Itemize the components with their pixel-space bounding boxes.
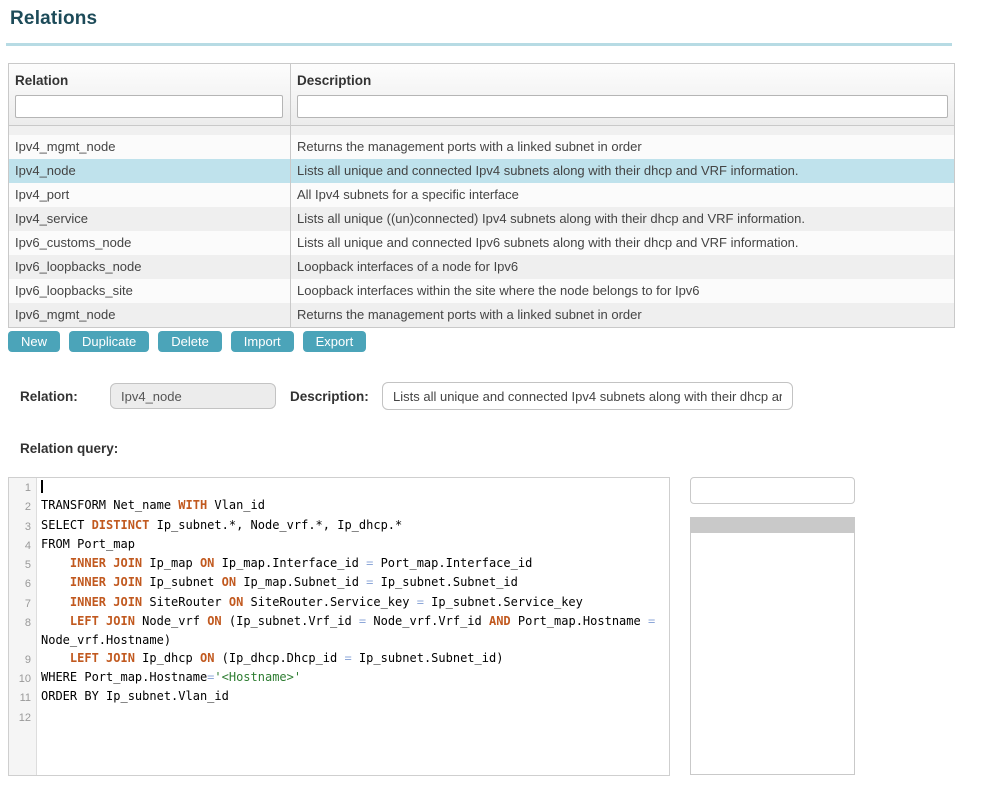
table-row[interactable]: Ipv4_mgmt_nodeReturns the management por… [9,135,954,159]
line-number: 7 [9,594,36,613]
line-number: 3 [9,517,36,536]
code-content: LEFT JOIN Node_vrf ON (Ip_subnet.Vrf_id … [36,613,669,632]
relation-field-label: Relation: [20,389,78,404]
editor-line: 2TRANSFORM Net_name WITH Vlan_id [9,497,669,516]
relation-cell: Ipv6_mgmt_node [9,303,291,327]
relations-table: Relation Description Ipv4_mgmt_nodeRetur… [8,63,955,328]
delete-button[interactable]: Delete [158,331,222,352]
line-number: 4 [9,536,36,555]
description-cell: Returns the management ports with a link… [291,303,954,327]
toolbar: New Duplicate Delete Import Export [8,331,366,352]
line-number: 6 [9,574,36,593]
code-content: TRANSFORM Net_name WITH Vlan_id [36,497,669,516]
code-content: INNER JOIN SiteRouter ON SiteRouter.Serv… [36,594,669,613]
import-button[interactable]: Import [231,331,294,352]
duplicate-button[interactable]: Duplicate [69,331,149,352]
line-number [9,632,36,649]
line-number: 9 [9,650,36,669]
code-content [36,478,669,497]
column-label-description: Description [297,73,948,88]
query-code-editor[interactable]: 12TRANSFORM Net_name WITH Vlan_id3SELECT… [8,477,670,776]
relation-cell: Ipv4_port [9,183,291,207]
relation-query-label: Relation query: [20,441,118,456]
code-content: FROM Port_map [36,536,669,555]
relations-page: Relations Relation Description Ipv4_mgmt… [0,0,1000,798]
editor-line: 9 LEFT JOIN Ip_dhcp ON (Ip_dhcp.Dhcp_id … [9,650,669,669]
table-row[interactable]: Ipv6_loopbacks_siteLoopback interfaces w… [9,279,954,303]
relation-cell: Ipv6_customs_node [9,231,291,255]
editor-line: 11ORDER BY Ip_subnet.Vlan_id [9,688,669,707]
table-row[interactable]: Ipv6_mgmt_nodeReturns the management por… [9,303,954,327]
code-content: Node_vrf.Hostname) [36,632,669,649]
line-number: 5 [9,555,36,574]
description-filter-input[interactable] [297,95,948,118]
text-cursor [41,480,43,493]
line-number: 8 [9,613,36,632]
relation-cell: Ipv4_mgmt_node [9,135,291,159]
column-label-relation: Relation [15,73,284,88]
export-button[interactable]: Export [303,331,367,352]
side-list-panel-header [691,518,854,533]
title-divider [6,43,952,46]
description-field[interactable] [382,382,793,410]
table-row[interactable]: Ipv4_portAll Ipv4 subnets for a specific… [9,183,954,207]
code-content: INNER JOIN Ip_subnet ON Ip_map.Subnet_id… [36,574,669,593]
relation-cell: Ipv6_loopbacks_node [9,255,291,279]
code-content: ORDER BY Ip_subnet.Vlan_id [36,688,669,707]
table-row[interactable]: Ipv4_serviceLists all unique ((un)connec… [9,207,954,231]
relation-field[interactable] [110,383,276,409]
description-cell: Lists all unique and connected Ipv6 subn… [291,231,954,255]
editor-line: 5 INNER JOIN Ip_map ON Ip_map.Interface_… [9,555,669,574]
description-cell: Loopback interfaces of a node for Ipv6 [291,255,954,279]
editor-line: 8 LEFT JOIN Node_vrf ON (Ip_subnet.Vrf_i… [9,613,669,632]
editor-line: 7 INNER JOIN SiteRouter ON SiteRouter.Se… [9,594,669,613]
description-cell: Lists all unique ((un)connected) Ipv4 su… [291,207,954,231]
table-row[interactable]: Ipv4_nodeLists all unique and connected … [9,159,954,183]
relation-cell: Ipv4_node [9,159,291,183]
editor-line: 10WHERE Port_map.Hostname='<Hostname>' [9,669,669,688]
side-search-input[interactable] [690,477,855,504]
page-title: Relations [10,8,97,30]
new-button[interactable]: New [8,331,60,352]
code-content: LEFT JOIN Ip_dhcp ON (Ip_dhcp.Dhcp_id = … [36,650,669,669]
column-header-description: Description [291,64,954,125]
side-list-panel [690,517,855,775]
relation-filter-input[interactable] [15,95,283,118]
code-content: INNER JOIN Ip_map ON Ip_map.Interface_id… [36,555,669,574]
table-body: Ipv4_mgmt_nodeReturns the management por… [9,135,954,327]
editor-line: 1 [9,478,669,497]
column-header-relation: Relation [9,64,291,125]
relation-cell: Ipv4_service [9,207,291,231]
line-number: 1 [9,478,36,497]
relation-cell: Ipv6_loopbacks_site [9,279,291,303]
table-header: Relation Description [9,64,954,126]
line-number: 10 [9,669,36,688]
editor-line: 12 [9,708,669,727]
editor-line: 3SELECT DISTINCT Ip_subnet.*, Node_vrf.*… [9,517,669,536]
code-content: SELECT DISTINCT Ip_subnet.*, Node_vrf.*,… [36,517,669,536]
description-cell: Lists all unique and connected Ipv4 subn… [291,159,954,183]
code-content: WHERE Port_map.Hostname='<Hostname>' [36,669,669,688]
table-row[interactable]: Ipv6_customs_nodeLists all unique and co… [9,231,954,255]
line-number: 2 [9,497,36,516]
editor-line: 4FROM Port_map [9,536,669,555]
description-cell: Loopback interfaces within the site wher… [291,279,954,303]
editor-line: Node_vrf.Hostname) [9,632,669,649]
clipped-scrolled-row [9,126,954,135]
description-cell: Returns the management ports with a link… [291,135,954,159]
line-number: 11 [9,688,36,707]
line-number: 12 [9,708,36,727]
code-content [36,708,669,727]
description-cell: All Ipv4 subnets for a specific interfac… [291,183,954,207]
table-row[interactable]: Ipv6_loopbacks_nodeLoopback interfaces o… [9,255,954,279]
description-field-label: Description: [290,389,369,404]
editor-line: 6 INNER JOIN Ip_subnet ON Ip_map.Subnet_… [9,574,669,593]
